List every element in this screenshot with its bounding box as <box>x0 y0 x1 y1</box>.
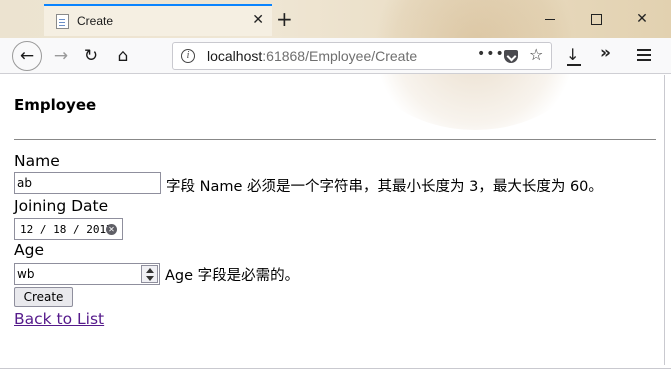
title-bar: Create ✕ + ✕ <box>0 0 671 130</box>
page-icon <box>56 13 69 29</box>
back-button[interactable]: ← <box>12 41 42 71</box>
hamburger-menu-icon[interactable] <box>637 49 651 51</box>
maximize-button[interactable] <box>586 9 606 29</box>
page-title: Employee <box>14 96 97 114</box>
window-border-bottom <box>0 368 671 369</box>
address-bar[interactable]: i localhost:61868/Employee/Create ••• ☆ <box>172 42 552 70</box>
minimize-button[interactable] <box>540 9 560 29</box>
age-field[interactable]: wb <box>14 263 160 285</box>
name-field[interactable]: ab <box>14 172 161 194</box>
create-button[interactable]: Create <box>14 287 73 307</box>
tab-create[interactable]: Create ✕ <box>44 4 272 36</box>
url-host: localhost <box>207 48 263 64</box>
divider <box>14 139 656 140</box>
overflow-icon[interactable]: » <box>600 43 611 63</box>
tab-close-icon[interactable]: ✕ <box>252 12 264 28</box>
back-to-list-link[interactable]: Back to List <box>14 310 104 328</box>
download-icon[interactable]: ↓ <box>566 45 582 66</box>
stepper-up-icon[interactable] <box>146 268 154 273</box>
url-path: :61868/Employee/Create <box>262 48 418 64</box>
window-border <box>664 75 665 365</box>
info-icon[interactable]: i <box>181 49 195 63</box>
page-actions-icon[interactable]: ••• <box>477 46 505 62</box>
navigation-toolbar: ← → ↻ ⌂ i localhost:61868/Employee/Creat… <box>0 38 671 74</box>
home-button[interactable]: ⌂ <box>110 43 136 69</box>
joining-date-field[interactable]: 12 / 18 / 2017 ✕ <box>14 218 123 240</box>
clear-date-icon[interactable]: ✕ <box>106 224 117 235</box>
pocket-icon[interactable] <box>504 50 518 63</box>
forward-button[interactable]: → <box>48 43 74 69</box>
age-validation-message: Age 字段是必需的。 <box>165 268 300 284</box>
window-close-button[interactable]: ✕ <box>632 9 652 29</box>
joining-date-label: Joining Date <box>14 197 109 215</box>
page-content: Employee Name ab 字段 Name 必须是一个字符串，其最小长度为… <box>0 75 671 371</box>
star-icon[interactable]: ☆ <box>529 45 543 64</box>
stepper-down-icon[interactable] <box>146 276 154 281</box>
tab-title: Create <box>77 14 114 28</box>
age-stepper[interactable] <box>141 265 158 283</box>
reload-button[interactable]: ↻ <box>78 43 104 69</box>
name-label: Name <box>14 152 60 170</box>
age-label: Age <box>14 241 44 259</box>
url-text[interactable]: localhost:61868/Employee/Create <box>207 48 417 64</box>
joining-date-value: 12 / 18 / 2017 <box>20 223 113 236</box>
new-tab-button[interactable]: + <box>276 6 293 32</box>
name-validation-message: 字段 Name 必须是一个字符串，其最小长度为 3，最大长度为 60。 <box>166 179 603 195</box>
